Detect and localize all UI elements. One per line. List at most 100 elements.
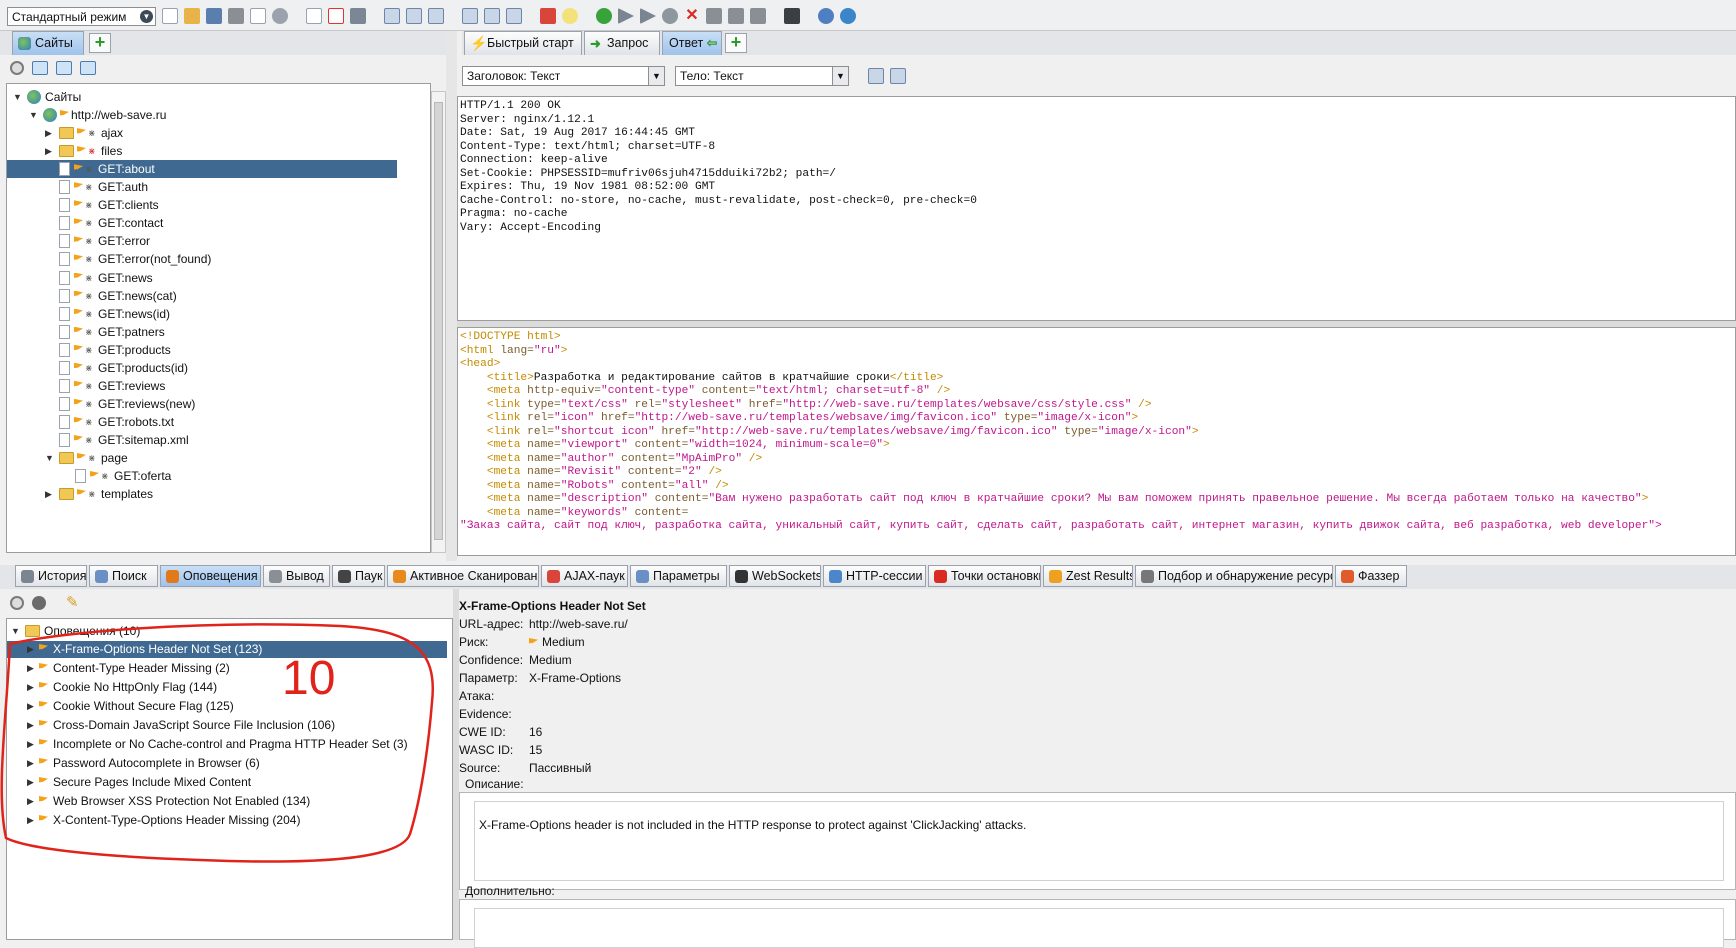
- layout-3-icon[interactable]: [428, 8, 444, 24]
- bottom-tab[interactable]: Параметры: [630, 565, 727, 587]
- chevron-icon[interactable]: ▼: [29, 106, 38, 124]
- chevron-icon[interactable]: ▶: [45, 124, 52, 142]
- tree-row[interactable]: ⋇ GET:oferta: [7, 467, 397, 485]
- break-icon[interactable]: [728, 8, 744, 24]
- bottom-tab[interactable]: WebSockets: [729, 565, 821, 587]
- edit-icon[interactable]: ✎: [66, 595, 82, 611]
- bottom-tab[interactable]: Вывод: [263, 565, 330, 587]
- tree-row[interactable]: ⋇ GET:auth: [7, 178, 397, 196]
- bottom-tab[interactable]: Оповещения: [160, 565, 261, 587]
- tree-row[interactable]: ⋇ GET:products(id): [7, 359, 397, 377]
- response-body[interactable]: <!DOCTYPE html> <html lang="ru"> <head> <t…: [457, 327, 1736, 556]
- mode-select[interactable]: Стандартный режим ▼: [7, 7, 156, 26]
- scope-icon[interactable]: [10, 61, 24, 75]
- combined-view-icon[interactable]: [890, 68, 906, 84]
- tree-row[interactable]: ▼ Сайты: [7, 88, 397, 106]
- bottom-tab[interactable]: Поиск: [89, 565, 158, 587]
- tree-row[interactable]: ⋇ GET:error: [7, 232, 397, 250]
- scope-icon[interactable]: [10, 596, 24, 610]
- snapshot-icon[interactable]: [228, 8, 244, 24]
- encode-icon[interactable]: [750, 8, 766, 24]
- tree-row[interactable]: ⋇ GET:news: [7, 269, 397, 287]
- tree-row[interactable]: ▶ ⋇ files: [7, 142, 397, 160]
- tree-row[interactable]: ▶ ⋇ templates: [7, 485, 397, 503]
- new-session-icon[interactable]: [162, 8, 178, 24]
- export-context-icon[interactable]: [80, 61, 96, 75]
- refresh-icon[interactable]: [840, 8, 856, 24]
- bottom-tab[interactable]: Фаззер: [1335, 565, 1407, 587]
- play-circle-icon[interactable]: [596, 8, 612, 24]
- extra-text[interactable]: [474, 908, 1724, 948]
- stop-icon[interactable]: [662, 8, 678, 24]
- import-context-icon[interactable]: [56, 61, 72, 75]
- header-view-combo[interactable]: Заголовок: Текст ▼: [462, 66, 665, 86]
- tree-row[interactable]: ⋇ GET:about: [7, 160, 397, 179]
- bottom-tab[interactable]: История: [15, 565, 87, 587]
- tabs-2-icon[interactable]: [484, 8, 500, 24]
- tree-row[interactable]: ⋇ GET:news(cat): [7, 287, 397, 305]
- chevron-icon[interactable]: ▼: [45, 449, 54, 467]
- tree-row[interactable]: ⋇ GET:robots.txt: [7, 413, 397, 431]
- chevron-icon[interactable]: ▶: [45, 142, 52, 160]
- tree-row[interactable]: ⋇ GET:clients: [7, 196, 397, 214]
- filter-alerts-icon[interactable]: [32, 596, 46, 610]
- split-view-icon[interactable]: [868, 68, 884, 84]
- add-tab-button[interactable]: +: [89, 33, 111, 53]
- bottom-tab[interactable]: AJAX-паук: [541, 565, 628, 587]
- bottom-tab[interactable]: Паук: [332, 565, 385, 587]
- response-headers[interactable]: HTTP/1.1 200 OK Server: nginx/1.12.1 Date:…: [457, 96, 1736, 321]
- add-work-tab-button[interactable]: +: [725, 33, 747, 53]
- description-text[interactable]: X-Frame-Options header is not included i…: [474, 801, 1724, 881]
- bottom-tab-label: Точки остановки: [951, 569, 1041, 583]
- gear-icon[interactable]: [272, 8, 288, 24]
- bottom-tab[interactable]: Подбор и обнаружение ресурсов: [1135, 565, 1333, 587]
- tab-sites[interactable]: Сайты: [12, 31, 84, 55]
- tree-row[interactable]: ⋇ GET:products: [7, 341, 397, 359]
- filter-icon[interactable]: [706, 8, 722, 24]
- tree-row[interactable]: ▶ ⋇ ajax: [7, 124, 397, 142]
- delete-context-icon[interactable]: [328, 8, 344, 24]
- bottom-tab[interactable]: Точки остановки: [928, 565, 1041, 587]
- step-icon[interactable]: [618, 8, 634, 24]
- bottom-tab[interactable]: Zest Results: [1043, 565, 1133, 587]
- tree-row[interactable]: ⋇ GET:patners: [7, 323, 397, 341]
- context-icon[interactable]: [306, 8, 322, 24]
- new-context-icon[interactable]: [32, 61, 48, 75]
- tab-icon: [21, 570, 34, 583]
- tree-row[interactable]: ⋇ GET:contact: [7, 214, 397, 232]
- spider-icon: ⋇: [85, 218, 93, 229]
- help-icon[interactable]: [818, 8, 834, 24]
- chevron-icon[interactable]: ▶: [45, 485, 52, 503]
- body-view-combo[interactable]: Тело: Текст ▼: [675, 66, 849, 86]
- layout-1-icon[interactable]: [384, 8, 400, 24]
- bottom-tab[interactable]: Активное Сканирование: [387, 565, 539, 587]
- bottom-tab[interactable]: HTTP-сессии: [823, 565, 926, 587]
- sites-scrollbar[interactable]: [431, 91, 446, 553]
- tree-row[interactable]: ⋇ GET:reviews(new): [7, 395, 397, 413]
- tabs-1-icon[interactable]: [462, 8, 478, 24]
- console-icon[interactable]: [784, 8, 800, 24]
- tree-row[interactable]: ⋇ GET:reviews: [7, 377, 397, 395]
- continue-icon[interactable]: [640, 8, 656, 24]
- tabs-3-icon[interactable]: [506, 8, 522, 24]
- tree-row[interactable]: ▼ ⋇ page: [7, 449, 397, 467]
- spider-icon: ⋇: [85, 236, 93, 247]
- drop-icon[interactable]: ✕: [684, 8, 700, 24]
- tab-request[interactable]: ➜ Запрос: [584, 31, 660, 55]
- tab-response[interactable]: Ответ ⇦: [662, 31, 722, 55]
- save-session-icon[interactable]: [206, 8, 222, 24]
- tab-quick-start[interactable]: ⚡ Быстрый старт: [464, 31, 582, 55]
- layout-2-icon[interactable]: [406, 8, 422, 24]
- open-session-icon[interactable]: [184, 8, 200, 24]
- scan-policy-icon[interactable]: [350, 8, 366, 24]
- plugins-icon[interactable]: [540, 8, 556, 24]
- chevron-icon[interactable]: ▼: [13, 88, 22, 106]
- tree-row[interactable]: ▼ http://web-save.ru: [7, 106, 397, 124]
- tree-row[interactable]: ⋇ GET:error(not_found): [7, 250, 397, 268]
- properties-icon[interactable]: [250, 8, 266, 24]
- tree-row[interactable]: ⋇ GET:news(id): [7, 305, 397, 323]
- bulb-icon[interactable]: [562, 8, 578, 24]
- scrollbar-thumb[interactable]: [434, 102, 443, 540]
- vertical-splitter[interactable]: [446, 31, 457, 561]
- tree-row[interactable]: ⋇ GET:sitemap.xml: [7, 431, 397, 449]
